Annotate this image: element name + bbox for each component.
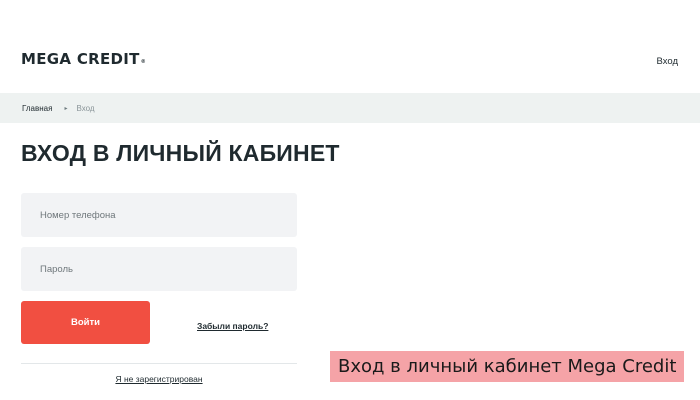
password-input[interactable] — [21, 247, 297, 291]
site-header: MEGA CREDIT ® Вход — [0, 0, 700, 93]
forgot-password-link[interactable]: Забыли пароль? — [197, 321, 268, 331]
breadcrumb-separator-icon: ▸ — [64, 105, 68, 112]
page-title: ВХОД В ЛИЧНЫЙ КАБИНЕТ — [21, 140, 340, 166]
divider — [21, 363, 297, 364]
mega-credit-logo[interactable]: MEGA CREDIT ® — [21, 50, 146, 68]
breadcrumb-home-link[interactable]: Главная — [22, 104, 52, 113]
caption-banner: Вход в личный кабинет Mega Credit — [330, 351, 685, 382]
login-button[interactable]: Войти — [21, 301, 150, 344]
header-login-link[interactable]: Вход — [657, 56, 679, 67]
breadcrumb: Главная ▸ Вход — [0, 93, 700, 123]
breadcrumb-current: Вход — [76, 103, 95, 113]
phone-input[interactable] — [21, 193, 297, 237]
register-link[interactable]: Я не зарегистрирован — [21, 374, 297, 384]
logo-text: MEGA CREDIT — [21, 50, 140, 68]
registered-mark: ® — [140, 59, 146, 65]
